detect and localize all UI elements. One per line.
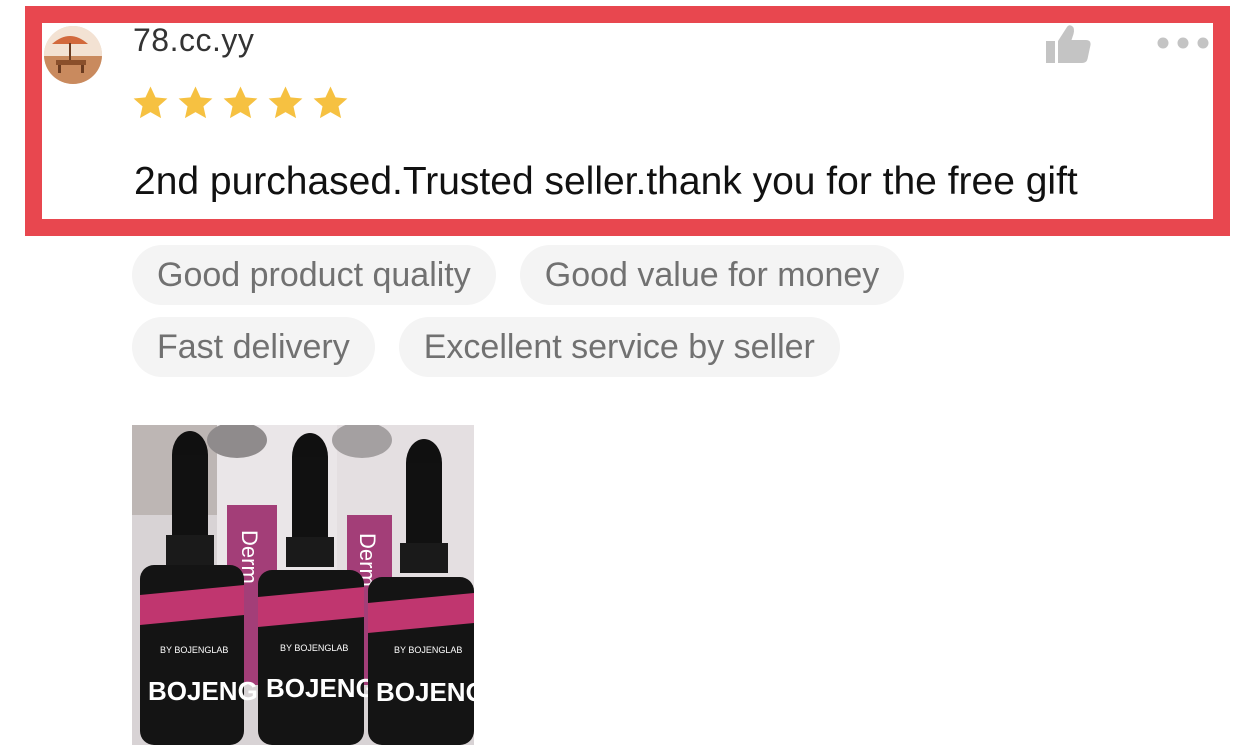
bottle-label-small: BY BOJENGLAB xyxy=(280,643,348,653)
bottle-label-small: BY BOJENGLAB xyxy=(160,645,228,655)
tag-row: Good product quality Good value for mone… xyxy=(132,245,1032,305)
more-options-icon[interactable] xyxy=(1156,36,1210,50)
tag-fast-delivery: Fast delivery xyxy=(132,317,375,377)
bottle-label-large: BOJENG xyxy=(148,676,258,706)
review-tags: Good product quality Good value for mone… xyxy=(132,245,1032,389)
review-text: 2nd purchased.Trusted seller.thank you f… xyxy=(134,160,1078,203)
tag-row: Fast delivery Excellent service by selle… xyxy=(132,317,1032,377)
thumbs-up-icon[interactable] xyxy=(1046,24,1092,64)
bottle-label-large: BOJENG xyxy=(266,673,376,703)
bottle-label-large: BOJENG xyxy=(376,677,474,707)
star-rating xyxy=(131,84,350,123)
star-icon xyxy=(178,86,213,119)
star-icon xyxy=(133,86,168,119)
star-icon xyxy=(313,86,348,119)
tag-excellent-service: Excellent service by seller xyxy=(398,317,840,377)
avatar-image xyxy=(44,26,102,84)
reviewer-username[interactable]: 78.cc.yy xyxy=(133,22,254,59)
star-icon xyxy=(223,86,258,119)
bottle-label-small: BY BOJENGLAB xyxy=(394,645,462,655)
tag-good-value-for-money: Good value for money xyxy=(519,245,905,305)
review-photo[interactable]: Derm Derm BY BOJENGLAB BOJENG BY BOJENGL… xyxy=(132,425,474,745)
star-icon xyxy=(268,86,303,119)
tag-good-product-quality: Good product quality xyxy=(132,245,496,305)
avatar[interactable] xyxy=(44,26,102,84)
